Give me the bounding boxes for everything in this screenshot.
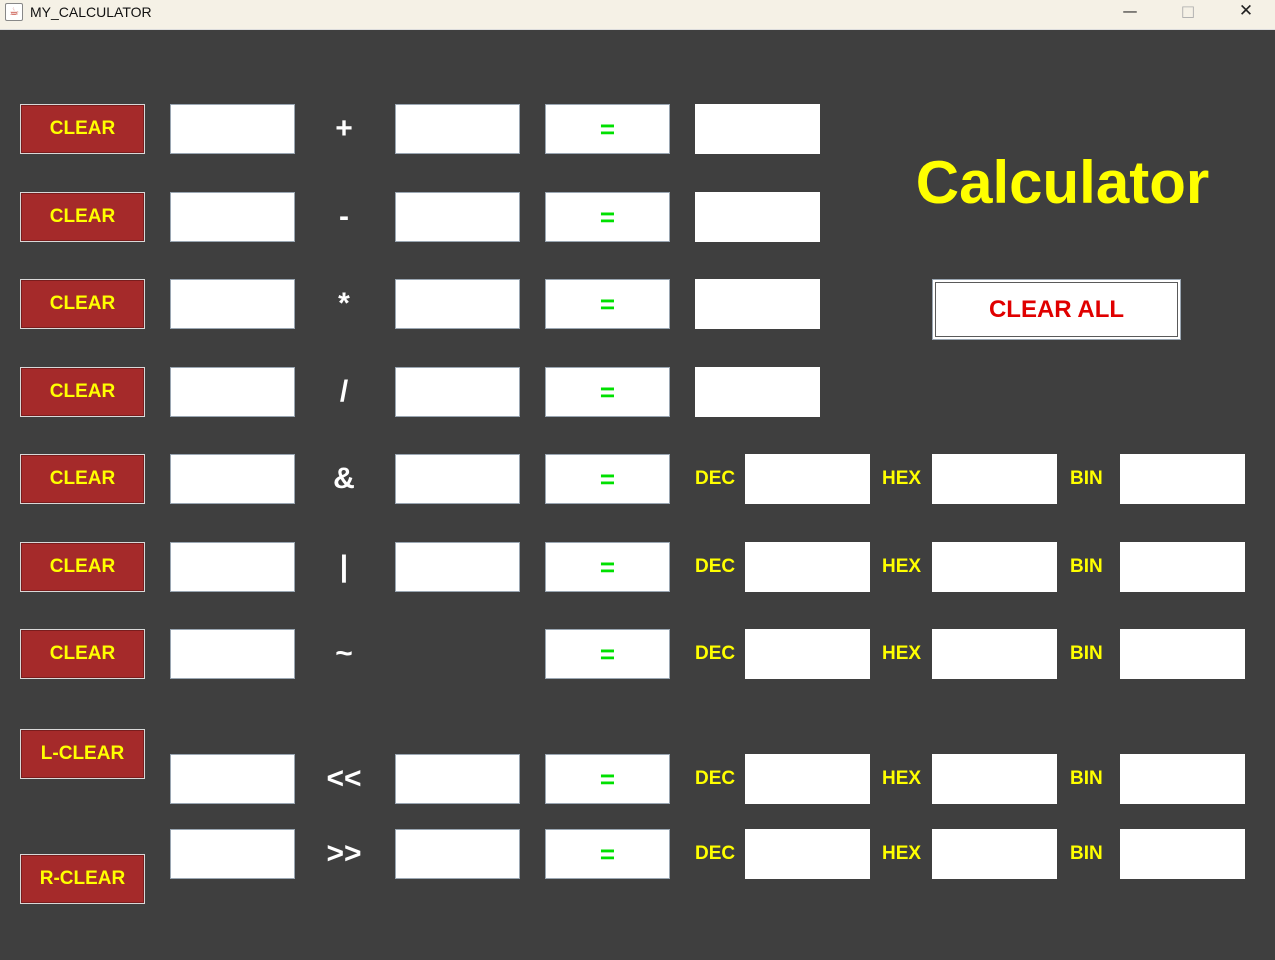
right-shift-dec-label: DEC — [695, 843, 736, 864]
java-cup-icon: ☕ — [5, 3, 23, 21]
add-left-input[interactable] — [170, 104, 295, 154]
divide-right-input[interactable] — [395, 367, 520, 417]
clear-button-or[interactable]: CLEAR — [20, 542, 145, 592]
left-shift-bin-field[interactable] — [1120, 754, 1245, 804]
right-shift-clear-button[interactable]: R-CLEAR — [20, 854, 145, 904]
left-shift-hex-field[interactable] — [932, 754, 1057, 804]
and-right-input[interactable] — [395, 454, 520, 504]
right-shift-bin-label: BIN — [1070, 843, 1103, 864]
left-shift-right-input[interactable] — [395, 754, 520, 804]
and-operator: & — [333, 462, 355, 495]
not-input[interactable] — [170, 629, 295, 679]
multiply-equals-button[interactable]: = — [545, 279, 670, 329]
clear-button-subtract[interactable]: CLEAR — [20, 192, 145, 242]
multiply-left-input[interactable] — [170, 279, 295, 329]
or-dec-field[interactable] — [745, 542, 870, 592]
divide-left-input[interactable] — [170, 367, 295, 417]
right-shift-left-input[interactable] — [170, 829, 295, 879]
or-bin-label: BIN — [1070, 556, 1103, 577]
clear-button-divide[interactable]: CLEAR — [20, 367, 145, 417]
right-shift-operator: >> — [326, 837, 362, 870]
multiply-result-field[interactable] — [695, 279, 820, 329]
left-shift-equals-button[interactable]: = — [545, 754, 670, 804]
and-dec-label: DEC — [695, 468, 736, 489]
multiply-right-input[interactable] — [395, 279, 520, 329]
clear-button-not[interactable]: CLEAR — [20, 629, 145, 679]
not-bin-field[interactable] — [1120, 629, 1245, 679]
right-shift-equals-button[interactable]: = — [545, 829, 670, 879]
not-dec-field[interactable] — [745, 629, 870, 679]
not-equals-button[interactable]: = — [545, 629, 670, 679]
not-bin-label: BIN — [1070, 643, 1103, 664]
or-bin-field[interactable] — [1120, 542, 1245, 592]
clear-button-and[interactable]: CLEAR — [20, 454, 145, 504]
add-result-field[interactable] — [695, 104, 820, 154]
or-hex-label: HEX — [882, 556, 922, 577]
left-shift-dec-label: DEC — [695, 768, 736, 789]
add-right-input[interactable] — [395, 104, 520, 154]
divide-result-field[interactable] — [695, 367, 820, 417]
subtract-equals-button[interactable]: = — [545, 192, 670, 242]
or-operator: | — [339, 550, 349, 583]
not-dec-label: DEC — [695, 643, 736, 664]
subtract-operator: - — [339, 200, 349, 233]
subtract-right-input[interactable] — [395, 192, 520, 242]
minimize-button[interactable]: — — [1101, 0, 1159, 24]
or-right-input[interactable] — [395, 542, 520, 592]
clear-button-add[interactable]: CLEAR — [20, 104, 145, 154]
left-shift-clear-button[interactable]: L-CLEAR — [20, 729, 145, 779]
and-hex-label: HEX — [882, 468, 922, 489]
right-shift-right-input[interactable] — [395, 829, 520, 879]
divide-operator: / — [339, 375, 349, 408]
left-shift-left-input[interactable] — [170, 754, 295, 804]
or-hex-field[interactable] — [932, 542, 1057, 592]
and-equals-button[interactable]: = — [545, 454, 670, 504]
or-dec-label: DEC — [695, 556, 736, 577]
not-operator: ~ — [335, 637, 353, 670]
window-title: MY_CALCULATOR — [30, 4, 152, 20]
add-equals-button[interactable]: = — [545, 104, 670, 154]
and-left-input[interactable] — [170, 454, 295, 504]
right-shift-hex-field[interactable] — [932, 829, 1057, 879]
and-dec-field[interactable] — [745, 454, 870, 504]
title-bar: ☕ MY_CALCULATOR — □ ✕ — [0, 0, 1275, 30]
maximize-button[interactable]: □ — [1159, 0, 1217, 24]
subtract-result-field[interactable] — [695, 192, 820, 242]
right-shift-hex-label: HEX — [882, 843, 922, 864]
or-equals-button[interactable]: = — [545, 542, 670, 592]
add-operator: + — [335, 112, 353, 145]
not-hex-label: HEX — [882, 643, 922, 664]
left-shift-hex-label: HEX — [882, 768, 922, 789]
calculator-panel: CLEAR + = CLEAR - = CLEAR * = CLEAR / = … — [0, 30, 1275, 960]
multiply-operator: * — [338, 287, 350, 320]
left-shift-operator: << — [326, 762, 362, 795]
or-left-input[interactable] — [170, 542, 295, 592]
and-hex-field[interactable] — [932, 454, 1057, 504]
right-shift-dec-field[interactable] — [745, 829, 870, 879]
right-shift-bin-field[interactable] — [1120, 829, 1245, 879]
left-shift-dec-field[interactable] — [745, 754, 870, 804]
not-hex-field[interactable] — [932, 629, 1057, 679]
left-shift-bin-label: BIN — [1070, 768, 1103, 789]
clear-all-button[interactable]: CLEAR ALL — [932, 279, 1181, 340]
close-button[interactable]: ✕ — [1217, 0, 1275, 24]
subtract-left-input[interactable] — [170, 192, 295, 242]
divide-equals-button[interactable]: = — [545, 367, 670, 417]
page-title: Calculator — [915, 149, 1210, 216]
clear-button-multiply[interactable]: CLEAR — [20, 279, 145, 329]
and-bin-label: BIN — [1070, 468, 1103, 489]
and-bin-field[interactable] — [1120, 454, 1245, 504]
